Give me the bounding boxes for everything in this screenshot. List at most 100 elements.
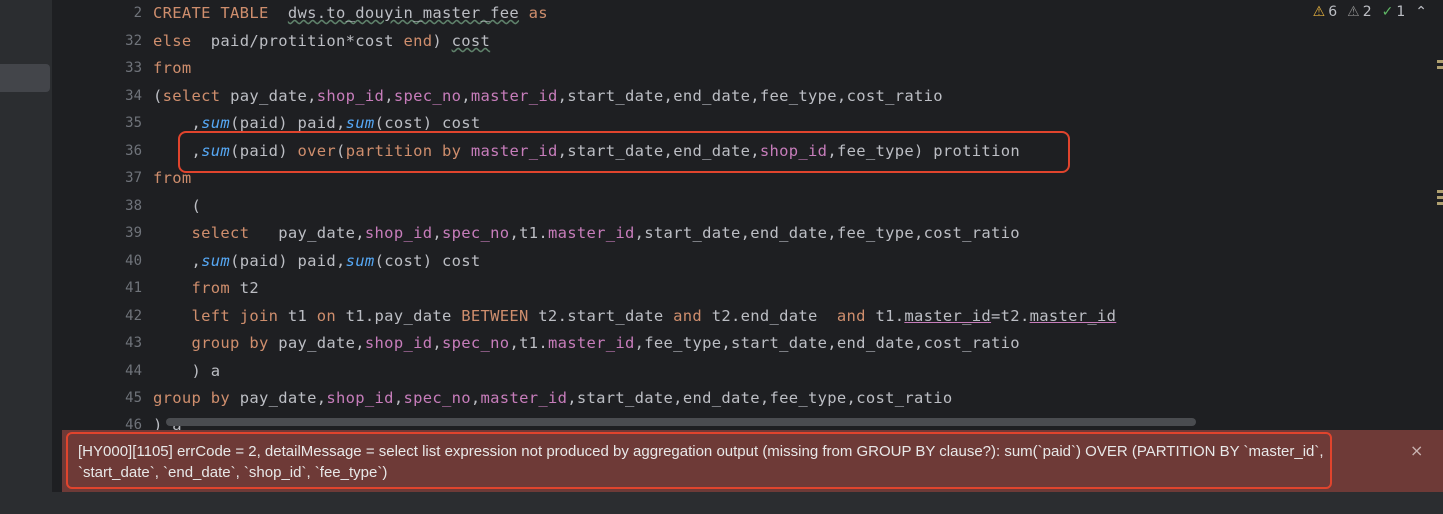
line-number: 34 xyxy=(125,88,142,104)
code-token: dws.to_douyin_master_fee xyxy=(287,4,520,22)
code-token: t2.start_date xyxy=(528,307,674,325)
scroll-marker[interactable] xyxy=(1437,66,1443,69)
check-icon: ✓ xyxy=(1381,4,1394,20)
code-token: =t2. xyxy=(991,307,1030,325)
code-token: sum xyxy=(201,252,231,270)
code-line[interactable]: select pay_date,shop_id,spec_no,t1.maste… xyxy=(153,223,1020,243)
error-message: [HY000][1105] errCode = 2, detailMessage… xyxy=(78,443,1324,481)
code-token: left join xyxy=(191,307,279,325)
scroll-marker[interactable] xyxy=(1437,202,1443,205)
scroll-marker[interactable] xyxy=(1437,190,1443,193)
line-number-gutter: 2 32 33 34 35 36 37 38 39 40 41 42 43 44 45 46 xyxy=(66,0,142,430)
code-token: ,start_date,end_date,fee_type,cost_ratio xyxy=(567,389,953,407)
code-token: ( xyxy=(153,87,163,105)
code-token: master_id xyxy=(904,307,992,325)
code-token: spec_no xyxy=(393,87,462,105)
code-token: ,t1. xyxy=(509,224,548,242)
warning-icon: ⚠ xyxy=(1312,4,1326,20)
scroll-marker[interactable] xyxy=(1437,196,1443,199)
code-token: , xyxy=(461,87,471,105)
inspection-widget[interactable]: ⚠ 6 ⚠ 2 ✓ 1 ⌃ xyxy=(1313,4,1427,20)
code-token: spec_no xyxy=(442,334,510,352)
close-icon[interactable]: × xyxy=(1410,441,1423,460)
code-token: end xyxy=(403,32,433,50)
code-token: paid/protition*cost xyxy=(191,32,404,50)
code-line[interactable]: from t2 xyxy=(153,278,259,298)
code-token: spec_no xyxy=(442,224,510,242)
code-token: (paid) paid, xyxy=(230,252,346,270)
code-token: ,fee_type,start_date,end_date,cost_ratio xyxy=(634,334,1020,352)
status-bar xyxy=(0,492,1443,514)
code-token: shop_id xyxy=(316,87,385,105)
code-line[interactable]: left join t1 on t1.pay_date BETWEEN t2.s… xyxy=(153,306,1116,326)
code-token: ) xyxy=(432,32,452,50)
code-token: else xyxy=(153,32,192,50)
code-token: ,start_date,end_date,fee_type,cost_ratio xyxy=(634,224,1020,242)
code-token: BETWEEN xyxy=(461,307,529,325)
code-token: (cost) cost xyxy=(374,114,481,132)
code-token: shop_id xyxy=(364,224,433,242)
code-line[interactable]: CREATE TABLE dws.to_douyin_master_fee as xyxy=(153,3,548,23)
code-token: cost xyxy=(451,32,491,50)
code-token: ( xyxy=(153,197,202,215)
code-line[interactable]: ) a xyxy=(153,361,221,381)
selected-tool-item[interactable] xyxy=(0,64,50,92)
highlight-box-window-function xyxy=(178,131,1070,173)
warnings-indicator[interactable]: ⚠ 6 xyxy=(1313,4,1337,20)
code-token: (cost) cost xyxy=(374,252,481,270)
line-number: 2 xyxy=(133,5,142,21)
code-token: as xyxy=(528,4,548,22)
code-token: t2 xyxy=(230,279,259,297)
code-token: group by xyxy=(191,334,269,352)
code-token: , xyxy=(153,252,202,270)
code-token: select xyxy=(191,224,250,242)
line-number: 42 xyxy=(125,308,142,324)
code-line[interactable]: from xyxy=(153,58,192,78)
code-line[interactable]: ( xyxy=(153,196,201,216)
code-token: select xyxy=(162,87,221,105)
line-number: 35 xyxy=(125,115,142,131)
code-line[interactable]: ,sum(paid) paid,sum(cost) cost xyxy=(153,113,481,133)
code-line[interactable]: else paid/protition*cost end) cost xyxy=(153,31,490,51)
line-number: 45 xyxy=(125,390,142,406)
line-number: 37 xyxy=(125,170,142,186)
code-token: master_id xyxy=(547,224,635,242)
line-number: 44 xyxy=(125,363,142,379)
line-number: 36 xyxy=(125,143,142,159)
code-token: ) a xyxy=(153,362,221,380)
code-token: pay_date, xyxy=(220,87,317,105)
code-token: on xyxy=(316,307,337,325)
code-token: (paid) paid, xyxy=(230,114,346,132)
line-number: 39 xyxy=(125,225,142,241)
line-number: 33 xyxy=(125,60,142,76)
scroll-marker[interactable] xyxy=(1437,60,1443,63)
line-number: 32 xyxy=(125,33,142,49)
weak-warnings-indicator[interactable]: ⚠ 2 xyxy=(1347,4,1371,20)
horizontal-scrollbar[interactable] xyxy=(166,418,1196,426)
sql-editor[interactable]: 2 32 33 34 35 36 37 38 39 40 41 42 43 44 45 46 CREATE T… xyxy=(66,0,1443,430)
code-token: sum xyxy=(345,252,375,270)
ok-indicator[interactable]: ✓ 1 xyxy=(1382,4,1406,20)
line-number: 41 xyxy=(125,280,142,296)
line-number: 38 xyxy=(125,198,142,214)
code-token: from xyxy=(191,279,231,297)
code-token: pay_date, xyxy=(249,224,365,242)
chevron-up-icon[interactable]: ⌃ xyxy=(1415,4,1427,20)
code-token: , xyxy=(470,389,481,407)
code-line[interactable]: group by pay_date,shop_id,spec_no,t1.mas… xyxy=(153,333,1020,353)
code-token: master_id xyxy=(1029,307,1117,325)
project-tool-strip xyxy=(0,0,52,514)
code-line[interactable]: group by pay_date,shop_id,spec_no,master… xyxy=(153,388,953,408)
code-token: master_id xyxy=(547,334,635,352)
code-token: sum xyxy=(345,114,375,132)
code-token: shop_id xyxy=(326,389,394,407)
code-line[interactable]: ,sum(paid) paid,sum(cost) cost xyxy=(153,251,481,271)
line-number: 40 xyxy=(125,253,142,269)
code-token: t2.end_date xyxy=(702,307,837,325)
code-line[interactable]: (select pay_date,shop_id,spec_no,master_… xyxy=(153,86,943,106)
